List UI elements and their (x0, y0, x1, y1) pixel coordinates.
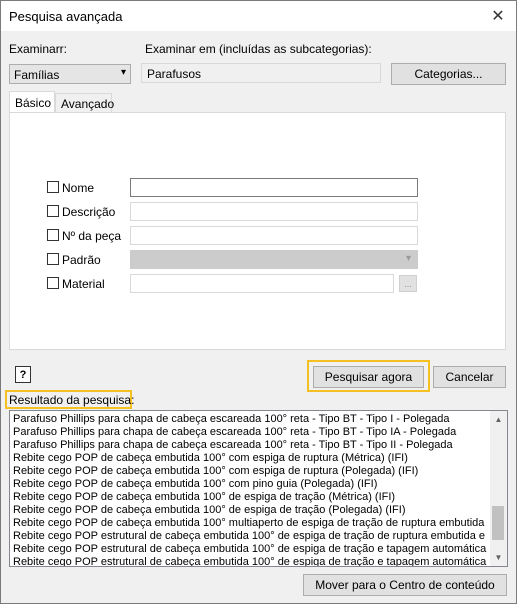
part-number-checkbox[interactable] (47, 229, 59, 241)
standard-select: ▾ (130, 250, 418, 269)
help-icon[interactable]: ? (15, 366, 31, 383)
search-now-button[interactable]: Pesquisar agora (313, 366, 424, 388)
list-item[interactable]: Parafuso Phillips para chapa de cabeça e… (13, 413, 488, 426)
description-label: Descrição (62, 205, 116, 219)
material-browse-button: ... (399, 275, 417, 292)
chevron-down-icon: ▾ (120, 67, 126, 78)
results-list[interactable]: Parafuso Phillips para chapa de cabeça e… (9, 410, 508, 567)
scroll-up-icon[interactable]: ▲ (490, 411, 507, 428)
list-item[interactable]: Rebite cego POP estrutural de cabeça emb… (13, 556, 488, 566)
tab-advanced[interactable]: Avançado (55, 93, 114, 114)
move-to-content-center-button[interactable]: Mover para o Centro de conteúdo (303, 574, 507, 596)
examine-in-value: Parafusos (147, 67, 202, 81)
scroll-down-icon[interactable]: ▼ (490, 549, 507, 566)
description-checkbox[interactable] (47, 205, 59, 217)
name-input[interactable] (130, 178, 418, 197)
standard-checkbox[interactable] (47, 253, 59, 265)
cancel-button[interactable]: Cancelar (433, 366, 506, 388)
chevron-down-icon: ▾ (405, 253, 411, 264)
name-checkbox[interactable] (47, 181, 59, 193)
list-item[interactable]: Rebite cego POP de cabeça embutida 100° … (13, 452, 488, 465)
categories-button[interactable]: Categorias... (391, 63, 506, 85)
list-item[interactable]: Rebite cego POP de cabeça embutida 100° … (13, 478, 488, 491)
list-item[interactable]: Parafuso Phillips para chapa de cabeça e… (13, 439, 488, 452)
examine-label: Examinarr: (9, 42, 68, 56)
description-input[interactable] (130, 202, 418, 221)
part-number-label: Nº da peça (62, 229, 122, 243)
close-icon[interactable]: ✕ (480, 1, 516, 31)
list-item[interactable]: Rebite cego POP de cabeça embutida 100° … (13, 465, 488, 478)
part-number-input[interactable] (130, 226, 418, 245)
standard-label: Padrão (62, 253, 101, 267)
list-item[interactable]: Parafuso Phillips para chapa de cabeça e… (13, 426, 488, 439)
list-item[interactable]: Rebite cego POP de cabeça embutida 100° … (13, 504, 488, 517)
material-label: Material (62, 277, 105, 291)
results-scrollbar[interactable]: ▲ ▼ (490, 411, 507, 566)
material-input[interactable] (130, 274, 394, 293)
tab-basic[interactable]: Básico (9, 91, 55, 114)
scrollbar-thumb[interactable] (492, 506, 504, 540)
examine-selected-value: Famílias (14, 68, 60, 82)
title-bar: Pesquisa avançada ✕ (1, 1, 516, 31)
name-label: Nome (62, 181, 95, 195)
list-item[interactable]: Rebite cego POP estrutural de cabeça emb… (13, 543, 488, 556)
results-label: Resultado da pesquisa: (9, 393, 135, 407)
advanced-search-dialog: Pesquisa avançada ✕ Examinarr: Famílias … (0, 0, 517, 604)
material-checkbox[interactable] (47, 277, 59, 289)
results-items: Parafuso Phillips para chapa de cabeça e… (13, 413, 488, 566)
dialog-title: Pesquisa avançada (9, 9, 123, 24)
list-item[interactable]: Rebite cego POP estrutural de cabeça emb… (13, 530, 488, 543)
examine-in-label: Examinar em (incluídas as subcategorias)… (145, 42, 372, 56)
list-item[interactable]: Rebite cego POP de cabeça embutida 100° … (13, 491, 488, 504)
examine-in-field: Parafusos (141, 63, 381, 83)
examine-select[interactable]: Famílias ▾ (9, 64, 131, 84)
list-item[interactable]: Rebite cego POP de cabeça embutida 100° … (13, 517, 488, 530)
